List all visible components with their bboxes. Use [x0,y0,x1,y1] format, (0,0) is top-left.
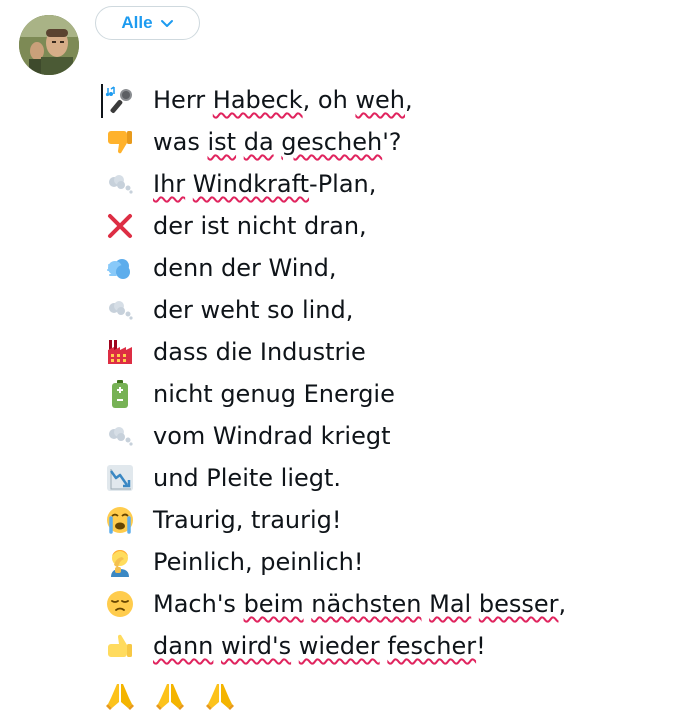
text-segment [236,128,244,156]
pensive-face-icon [104,588,136,620]
chevron-down-icon [160,20,173,27]
poem-line: Peinlich, peinlich! [100,540,670,582]
text-segment: was [153,128,208,156]
poem-line-text: der ist nicht dran, [153,211,367,241]
cross-mark-icon [104,210,136,242]
poem-line: Traurig, traurig! [100,498,670,540]
dashing-away-icon [104,294,136,326]
poem-line-text: Mach's beim nächsten Mal besser, [153,589,566,619]
text-segment [213,632,221,660]
misspelled-word: nächsten [311,590,422,618]
battery-icon [104,378,136,410]
tweet-text-editor[interactable]: Herr Habeck, oh weh, was ist da gescheh'?… [100,78,670,666]
poem-line: Herr Habeck, oh weh, [100,78,670,120]
folded-hands-icon [204,680,236,712]
text-segment: Peinlich, peinlich! [153,548,364,576]
misspelled-word: da [243,128,274,156]
misspelled-word: beim [243,590,304,618]
wind-face-icon [104,252,136,284]
thumbs-up-icon [104,630,136,662]
poem-line-text: nicht genug Energie [153,379,395,409]
misspelled-word: besser [478,590,559,618]
poem-line-text: Ihr Windkraft-Plan, [153,169,376,199]
text-segment: und Pleite liegt. [153,464,342,492]
text-segment: vom Windrad kriegt [153,422,391,450]
text-segment: , [405,86,413,114]
folded-hands-icon [104,680,136,712]
misspelled-word: dann [153,632,214,660]
misspelled-word: Ihr [153,170,186,198]
text-segment [291,632,299,660]
poem-line-text: und Pleite liegt. [153,463,341,493]
misspelled-word: Habeck [212,86,303,114]
trailing-emoji-row [104,680,236,712]
text-segment: Mach's [153,590,244,618]
text-segment: denn der Wind, [153,254,337,282]
poem-line-text: vom Windrad kriegt [153,421,391,451]
poem-line: der ist nicht dran, [100,204,670,246]
poem-line-text: denn der Wind, [153,253,337,283]
poem-line: dann wird's wieder fescher! [100,624,670,666]
text-segment: der weht so lind, [153,296,354,324]
text-segment [185,170,193,198]
misspelled-word: Windkraft [192,170,310,198]
poem-line: Mach's beim nächsten Mal besser, [100,582,670,624]
thumbs-down-icon [104,126,136,158]
folded-hands-icon [154,680,186,712]
crying-face-icon [104,504,136,536]
text-segment: , oh [302,86,356,114]
text-segment: ! [476,632,486,660]
avatar-photo [19,15,79,75]
dashing-away-icon [104,168,136,200]
misspelled-word: Mal [429,590,472,618]
poem-line: der weht so lind, [100,288,670,330]
audience-selector-button[interactable]: Alle [95,6,200,40]
text-segment: Herr [153,86,213,114]
poem-line-text: der weht so lind, [153,295,353,325]
text-segment: nicht genug Energie [153,380,395,408]
misspelled-word: weh [355,86,406,114]
text-segment: '? [382,128,402,156]
poem-line: Ihr Windkraft-Plan, [100,162,670,204]
misspelled-word: wieder [298,632,380,660]
poem-line-text: dann wird's wieder fescher! [153,631,486,661]
misspelled-word: wird's [221,632,292,660]
text-segment: -Plan, [309,170,377,198]
microphone-icon [104,84,136,116]
poem-line-text: Traurig, traurig! [153,505,342,535]
misspelled-word: ist [207,128,237,156]
factory-icon [104,336,136,368]
text-segment: Traurig, traurig! [153,506,342,534]
poem-line-text: Peinlich, peinlich! [153,547,364,577]
avatar[interactable] [19,15,79,75]
misspelled-word: fescher [387,632,477,660]
text-segment: der ist nicht dran, [153,212,367,240]
poem-line: vom Windrad kriegt [100,414,670,456]
poem-line: denn der Wind, [100,246,670,288]
poem-line: nicht genug Energie [100,372,670,414]
text-segment [471,590,479,618]
chart-decreasing-icon [104,462,136,494]
misspelled-word: gescheh [281,128,383,156]
poem-line: und Pleite liegt. [100,456,670,498]
text-segment: , [558,590,567,618]
poem-line-text: dass die Industrie [153,337,366,367]
compose-area: Alle Herr Habeck, oh weh, was ist da gesc… [0,0,688,720]
text-segment [421,590,429,618]
poem-line-text: was ist da gescheh'? [153,127,402,157]
poem-line-text: Herr Habeck, oh weh, [153,85,413,115]
dashing-away-icon [104,420,136,452]
audience-label: Alle [121,13,153,32]
poem-line: was ist da gescheh'? [100,120,670,162]
facepalm-icon [104,546,136,578]
poem-line: dass die Industrie [100,330,670,372]
text-segment: dass die Industrie [153,338,366,366]
